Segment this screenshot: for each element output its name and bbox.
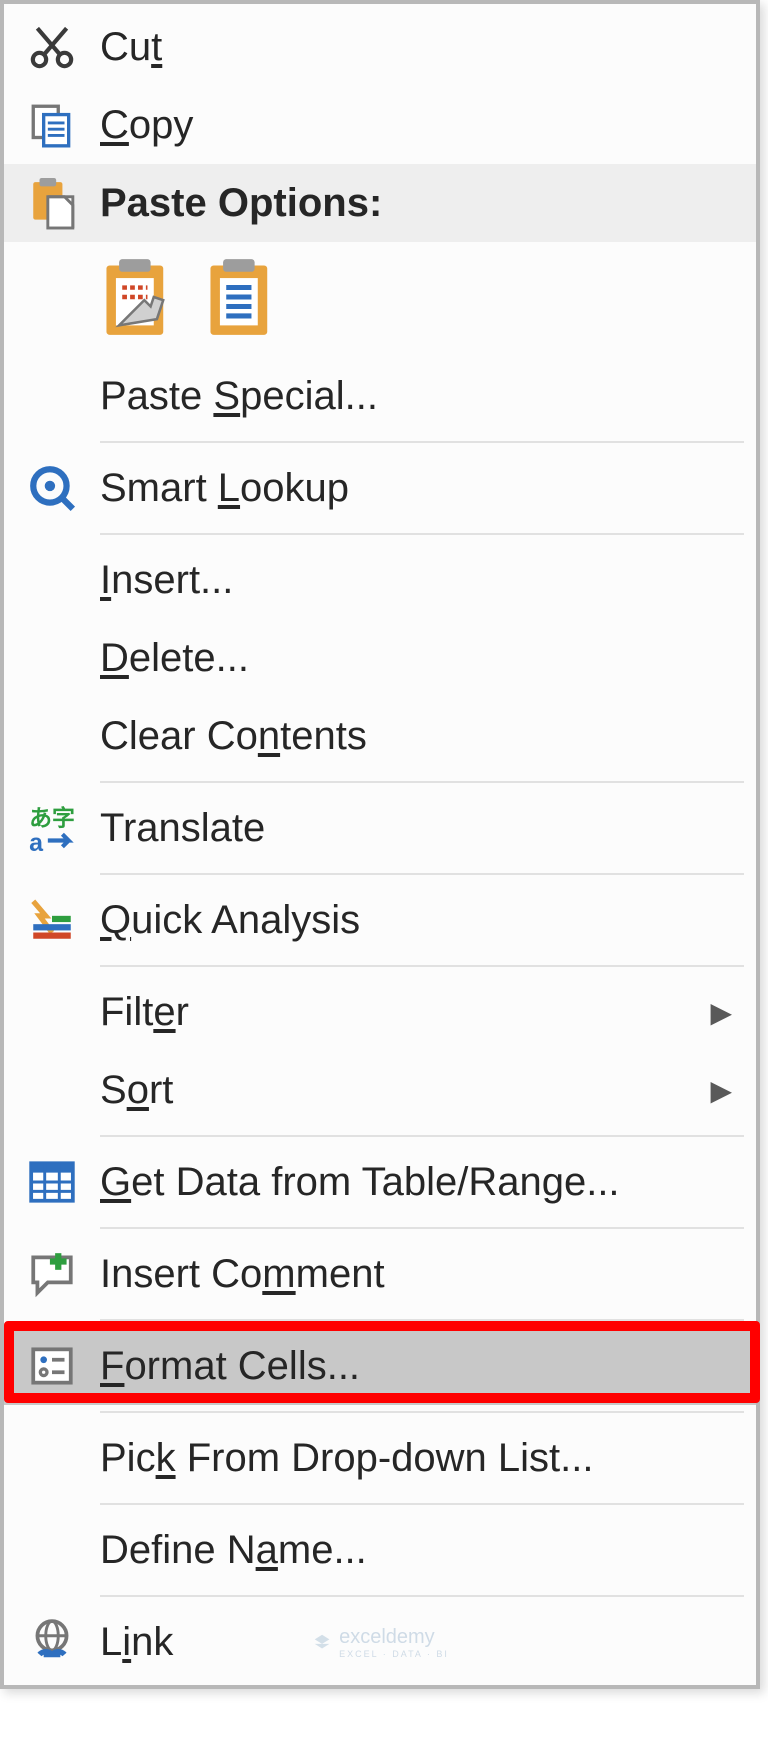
menu-item-insert[interactable]: Insert... [4, 541, 756, 619]
quick-analysis-label: Quick Analysis [100, 898, 738, 943]
comment-icon [4, 1249, 100, 1299]
menu-item-paste-special[interactable]: Paste Special... [4, 357, 756, 435]
define-name-label: Define Name... [100, 1528, 738, 1573]
separator [100, 441, 744, 443]
menu-item-quick-analysis[interactable]: Quick Analysis [4, 881, 756, 959]
format-cells-label: Format Cells... [100, 1344, 738, 1389]
svg-text:あ: あ [29, 805, 52, 831]
copy-icon [4, 100, 100, 150]
separator [100, 1503, 744, 1505]
clear-contents-label: Clear Contents [100, 714, 738, 759]
paste-options-header: Paste Options: [4, 164, 756, 242]
format-cells-icon [4, 1341, 100, 1391]
paste-options-row [4, 242, 756, 357]
pick-list-label: Pick From Drop-down List... [100, 1436, 738, 1481]
svg-text:a: a [29, 829, 44, 853]
translate-icon: あ 字 a [4, 803, 100, 853]
insert-comment-label: Insert Comment [100, 1252, 738, 1297]
separator [100, 781, 744, 783]
watermark-sub: EXCEL · DATA · BI [339, 1649, 449, 1659]
separator [100, 873, 744, 875]
menu-item-sort[interactable]: Sort ▶ [4, 1051, 756, 1129]
watermark-text: exceldemy [339, 1626, 435, 1648]
separator [100, 1595, 744, 1597]
menu-item-get-data[interactable]: Get Data from Table/Range... [4, 1143, 756, 1221]
menu-item-define-name[interactable]: Define Name... [4, 1511, 756, 1589]
table-icon [4, 1157, 100, 1207]
separator [100, 1319, 744, 1321]
cut-label: Cut [100, 25, 738, 70]
menu-item-translate[interactable]: あ 字 a Translate [4, 789, 756, 867]
paste-options-label: Paste Options: [100, 181, 738, 226]
sort-label: Sort [100, 1068, 710, 1113]
menu-item-clear-contents[interactable]: Clear Contents [4, 697, 756, 775]
separator [100, 1227, 744, 1229]
smart-lookup-label: Smart Lookup [100, 466, 738, 511]
separator [100, 1135, 744, 1137]
quick-analysis-icon [4, 895, 100, 945]
copy-label: Copy [100, 103, 738, 148]
watermark: exceldemy EXCEL · DATA · BI [311, 1626, 449, 1659]
separator [100, 1411, 744, 1413]
cut-icon [4, 22, 100, 72]
menu-item-delete[interactable]: Delete... [4, 619, 756, 697]
separator [100, 965, 744, 967]
menu-item-smart-lookup[interactable]: Smart Lookup [4, 449, 756, 527]
menu-item-insert-comment[interactable]: Insert Comment [4, 1235, 756, 1313]
paste-option-default[interactable] [100, 256, 176, 343]
menu-item-pick-list[interactable]: Pick From Drop-down List... [4, 1419, 756, 1497]
filter-label: Filter [100, 990, 710, 1035]
smart-lookup-icon [4, 463, 100, 513]
link-icon [4, 1617, 100, 1667]
delete-label: Delete... [100, 636, 738, 681]
menu-item-filter[interactable]: Filter ▶ [4, 973, 756, 1051]
paste-icon [4, 175, 100, 231]
menu-item-copy[interactable]: Copy [4, 86, 756, 164]
insert-label: Insert... [100, 558, 738, 603]
submenu-arrow-icon: ▶ [710, 1074, 732, 1107]
menu-item-cut[interactable]: Cut [4, 8, 756, 86]
separator [100, 533, 744, 535]
get-data-label: Get Data from Table/Range... [100, 1160, 738, 1205]
translate-label: Translate [100, 806, 738, 851]
context-menu: Cut Copy Paste Options: [0, 0, 760, 1689]
submenu-arrow-icon: ▶ [710, 996, 732, 1029]
paste-option-values[interactable] [204, 256, 280, 343]
svg-text:字: 字 [52, 805, 75, 831]
paste-special-label: Paste Special... [100, 374, 738, 419]
menu-item-format-cells[interactable]: Format Cells... [4, 1327, 756, 1405]
